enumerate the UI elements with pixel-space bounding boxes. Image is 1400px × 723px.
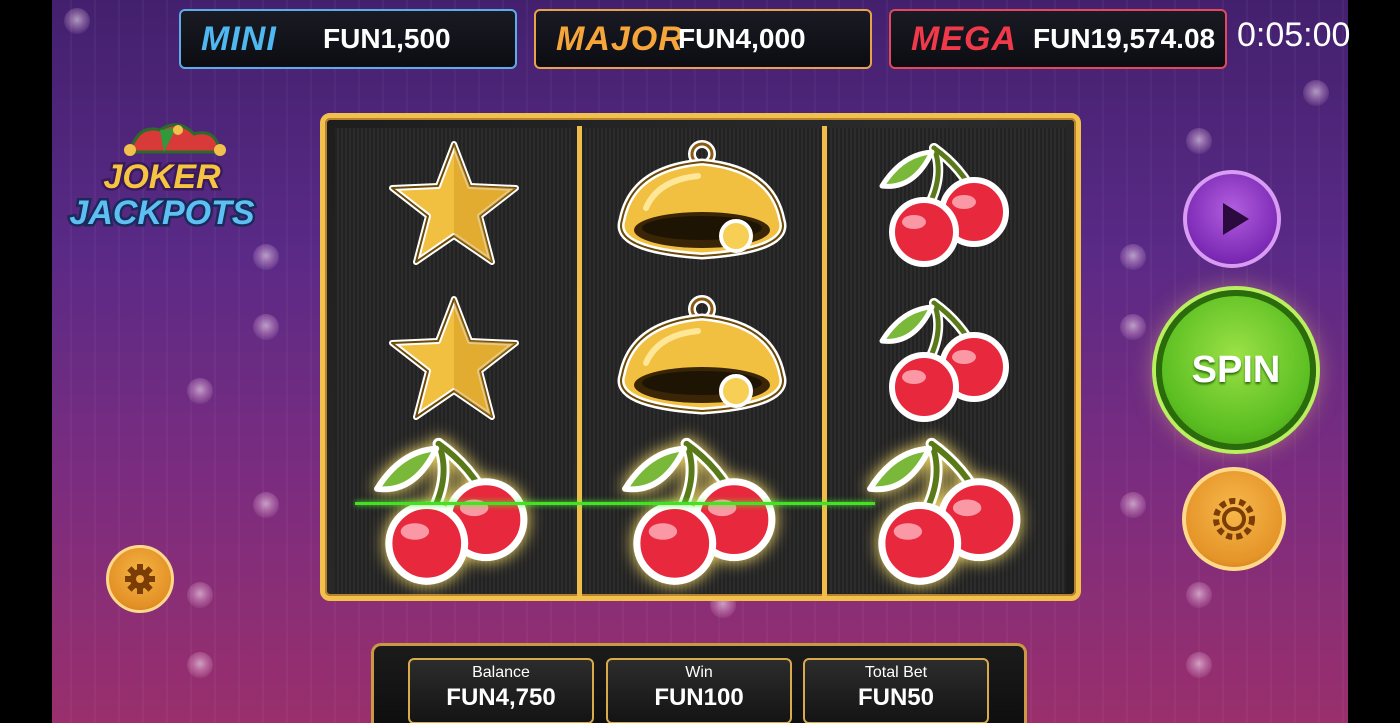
jackpot-mini-label: MINI [201,19,277,58]
jackpot-mega: MEGA FUN19,574.08 [889,9,1227,69]
reel-3-row-2-symbol [828,283,1066,433]
background-orb [1186,582,1212,608]
background-orb [187,652,213,678]
background-orb [1303,80,1329,106]
reel-divider [577,126,582,596]
session-timer: 0:05:00 [1237,16,1351,54]
total-bet-panel[interactable]: Total Bet FUN50 [803,658,989,723]
svg-text:JACKPOTS: JACKPOTS [69,194,254,232]
reel-3 [828,128,1066,593]
background-orb [1186,652,1212,678]
background-orb [253,314,279,340]
reel-2-row-3-symbol [583,424,821,594]
chip-icon [1213,498,1255,540]
cherry-icon [622,437,776,585]
right-letterbox [1348,0,1400,723]
jackpot-major: MAJOR FUN4,000 [534,9,872,69]
background-orb [187,582,213,608]
reel-1 [335,128,573,593]
bet-settings-button[interactable] [1182,467,1286,571]
reel-divider [822,126,827,596]
jackpot-major-label: MAJOR [556,19,684,58]
gear-icon [125,564,155,594]
reel-frame [320,113,1081,601]
reel-3-row-3-symbol [828,424,1066,594]
cherry-icon [879,298,1009,422]
win-value: FUN100 [654,684,744,711]
reel-3-row-1-symbol [828,128,1066,278]
winning-payline [355,502,875,505]
balance-label: Balance [472,664,530,681]
bell-icon [617,295,787,415]
reel-1-row-2-symbol [335,283,573,433]
play-icon [1223,203,1249,235]
reel-1-row-3-symbol [335,424,573,594]
background-orb [253,244,279,270]
background-orb [1186,128,1212,154]
left-letterbox [0,0,52,723]
background-orb [64,8,90,34]
game-screen: MINI FUN1,500 MAJOR FUN4,000 MEGA FUN19,… [0,0,1400,723]
background-orb [1120,314,1146,340]
cherry-icon [867,437,1021,585]
total-bet-label: Total Bet [864,664,928,681]
jackpot-mega-value: FUN19,574.08 [1033,23,1216,54]
balance-value: FUN4,750 [446,684,556,711]
background-orb [1120,492,1146,518]
background-orb [187,378,213,404]
win-label: Win [685,664,713,681]
star-icon [389,296,519,420]
jackpot-major-value: FUN4,000 [678,23,806,54]
background-orb [253,492,279,518]
jackpot-mega-label: MEGA [911,19,1017,58]
cherry-icon [374,437,528,585]
balance-panel: Balance FUN4,750 [408,658,594,723]
cherry-icon [879,143,1009,267]
reel-2-row-1-symbol [583,128,821,278]
total-bet-value: FUN50 [857,684,935,711]
win-panel: Win FUN100 [606,658,792,723]
joker-jackpots-logo: JOKER JACKPOTS [60,120,265,235]
background-orb [1120,244,1146,270]
spin-label: SPIN [1191,348,1281,391]
star-icon [389,141,519,265]
svg-text:JOKER: JOKER [103,158,221,196]
settings-button[interactable] [106,545,174,613]
bottom-info-bar: Balance FUN4,750 Win FUN100 Total Bet FU… [371,643,1027,723]
reel-1-row-1-symbol [335,128,573,278]
jackpot-mini-value: FUN1,500 [323,23,451,54]
bell-icon [617,140,787,260]
spin-button[interactable]: SPIN [1156,290,1316,450]
jackpot-mini: MINI FUN1,500 [179,9,517,69]
reel-2-row-2-symbol [583,283,821,433]
autoplay-button[interactable] [1183,170,1281,268]
reel-2 [583,128,821,593]
